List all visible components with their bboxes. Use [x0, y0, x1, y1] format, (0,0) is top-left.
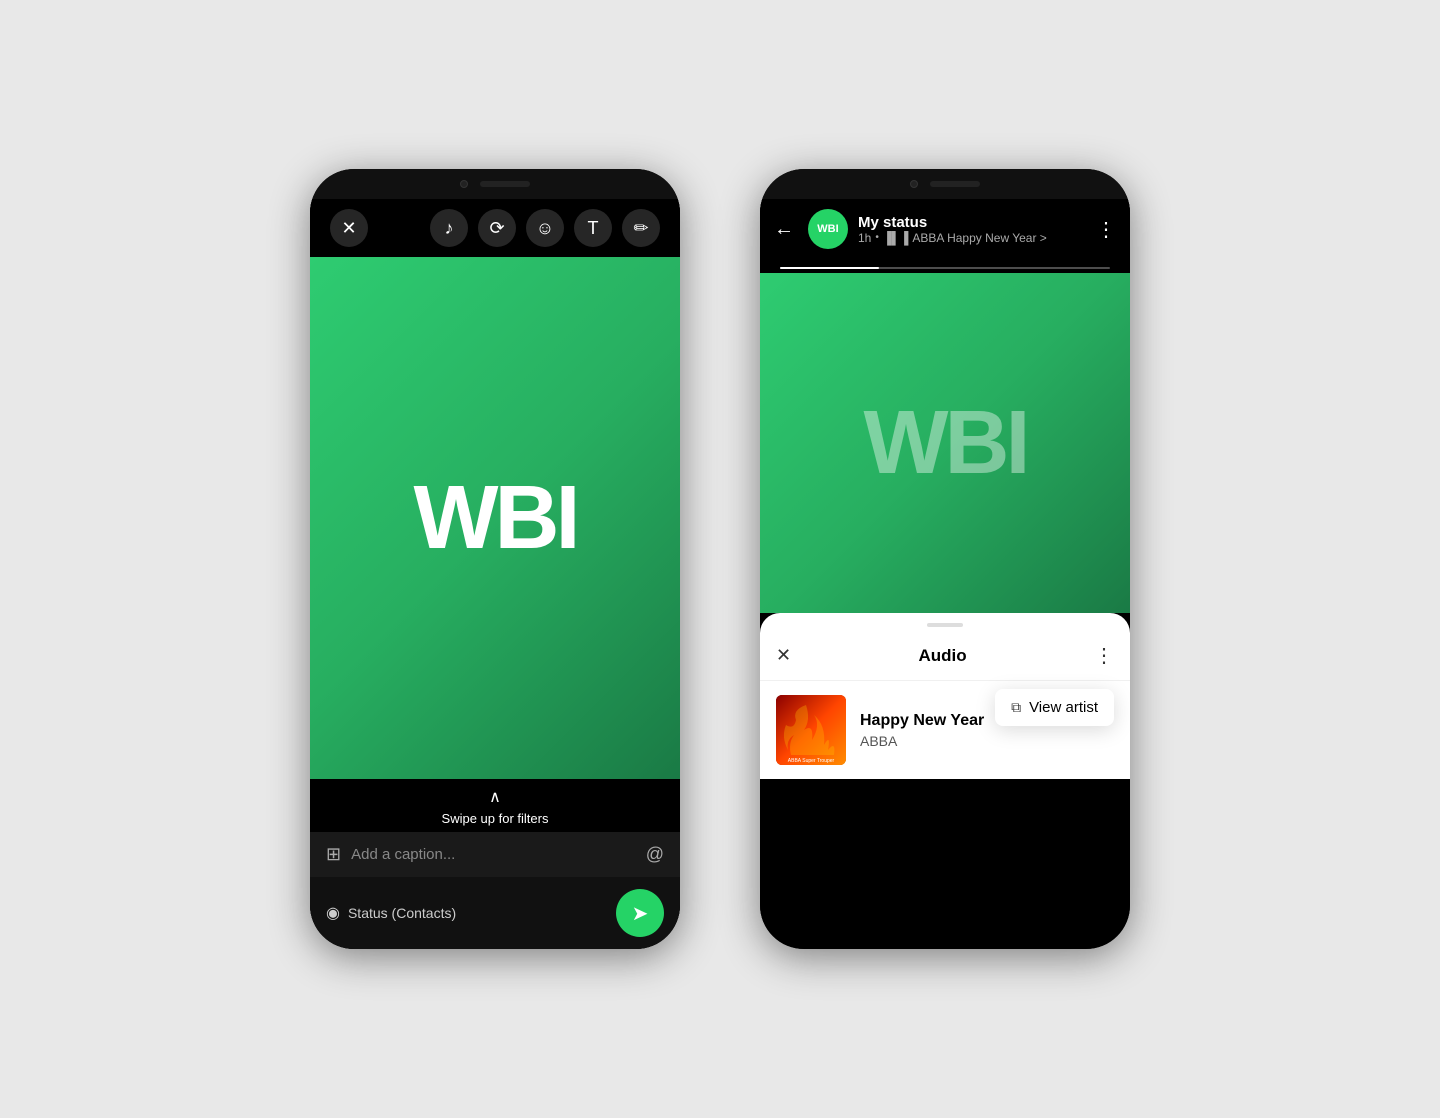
more-options-button[interactable]: ⋮: [1096, 217, 1116, 242]
left-phone: ✕ ♪ ⟳ ☺ T ✏ WBI ∧ Swipe up for filters ⊞…: [310, 169, 680, 949]
swipe-filters-area[interactable]: ∧ Swipe up for filters: [310, 779, 680, 832]
camera-right: [910, 180, 918, 188]
right-screen: ← WBI My status 1h • ▐▌▐ ABBA Happy New …: [760, 199, 1130, 949]
external-link-icon: ⧉: [1011, 699, 1021, 716]
sheet-handle: [927, 623, 963, 627]
caption-input[interactable]: Add a caption...: [351, 846, 636, 863]
close-button[interactable]: ✕: [330, 209, 368, 247]
sheet-header: ✕ Audio ⋮: [760, 635, 1130, 681]
music-bars-icon: ▐▌▐: [883, 231, 909, 245]
pencil-button[interactable]: ✏: [622, 209, 660, 247]
track-art-image: ABBA Super Trouper: [776, 695, 846, 765]
contacts-icon: ◉: [326, 903, 340, 923]
view-artist-text: View artist: [1029, 699, 1098, 716]
toolbar-right-icons: ♪ ⟳ ☺ T ✏: [430, 209, 660, 247]
time-text: 1h: [858, 231, 871, 245]
send-button[interactable]: ➤: [616, 889, 664, 937]
mention-icon[interactable]: @: [646, 844, 664, 865]
status-image-area: WBI: [760, 273, 1130, 613]
status-name: My status: [858, 214, 1086, 231]
status-meta: My status 1h • ▐▌▐ ABBA Happy New Year >: [858, 214, 1086, 245]
bottom-bar: ◉ Status (Contacts) ➤: [310, 877, 680, 949]
back-button[interactable]: ←: [774, 218, 794, 241]
status-contacts[interactable]: ◉ Status (Contacts): [326, 903, 616, 923]
audio-bottom-sheet: ✕ Audio ⋮: [760, 613, 1130, 779]
speaker-left: [480, 181, 530, 187]
left-screen: ✕ ♪ ⟳ ☺ T ✏ WBI ∧ Swipe up for filters ⊞…: [310, 199, 680, 949]
caption-bar: ⊞ Add a caption... @: [310, 832, 680, 877]
wbi-logo-right: WBI: [864, 392, 1027, 495]
phone-notch-right: [760, 169, 1130, 199]
track-info-row: ABBA Super Trouper ⧉ View artist Happy N…: [760, 681, 1130, 779]
caption-image-icon: ⊞: [326, 844, 341, 865]
chevron-up-icon: ∧: [489, 787, 501, 807]
status-progress-bar: [780, 267, 1110, 269]
progress-container: [760, 259, 1130, 273]
rotate-button[interactable]: ⟳: [478, 209, 516, 247]
toolbar: ✕ ♪ ⟳ ☺ T ✏: [310, 199, 680, 257]
swipe-label: Swipe up for filters: [442, 811, 549, 826]
sheet-close-button[interactable]: ✕: [776, 645, 791, 666]
track-artwork: ABBA Super Trouper: [776, 695, 846, 765]
svg-text:ABBA Super Trouper: ABBA Super Trouper: [788, 758, 835, 764]
song-info: ABBA Happy New Year >: [912, 231, 1046, 245]
right-phone: ← WBI My status 1h • ▐▌▐ ABBA Happy New …: [760, 169, 1130, 949]
sheet-more-button[interactable]: ⋮: [1094, 643, 1114, 668]
track-artist: ABBA: [860, 733, 1114, 749]
status-preview: WBI: [310, 257, 680, 779]
status-header: ← WBI My status 1h • ▐▌▐ ABBA Happy New …: [760, 199, 1130, 259]
status-progress-fill: [780, 267, 879, 269]
phone-notch-left: [310, 169, 680, 199]
sheet-title: Audio: [791, 646, 1094, 666]
status-time: 1h • ▐▌▐ ABBA Happy New Year >: [858, 231, 1086, 245]
status-avatar: WBI: [808, 209, 848, 249]
camera-left: [460, 180, 468, 188]
music-button[interactable]: ♪: [430, 209, 468, 247]
text-button[interactable]: T: [574, 209, 612, 247]
contacts-label: Status (Contacts): [348, 905, 456, 921]
wbi-logo: WBI: [414, 467, 577, 570]
track-art-svg: ABBA Super Trouper: [776, 695, 846, 765]
dot-separator: •: [875, 232, 879, 243]
emoji-button[interactable]: ☺: [526, 209, 564, 247]
speaker-right: [930, 181, 980, 187]
view-artist-popup[interactable]: ⧉ View artist: [995, 689, 1114, 726]
